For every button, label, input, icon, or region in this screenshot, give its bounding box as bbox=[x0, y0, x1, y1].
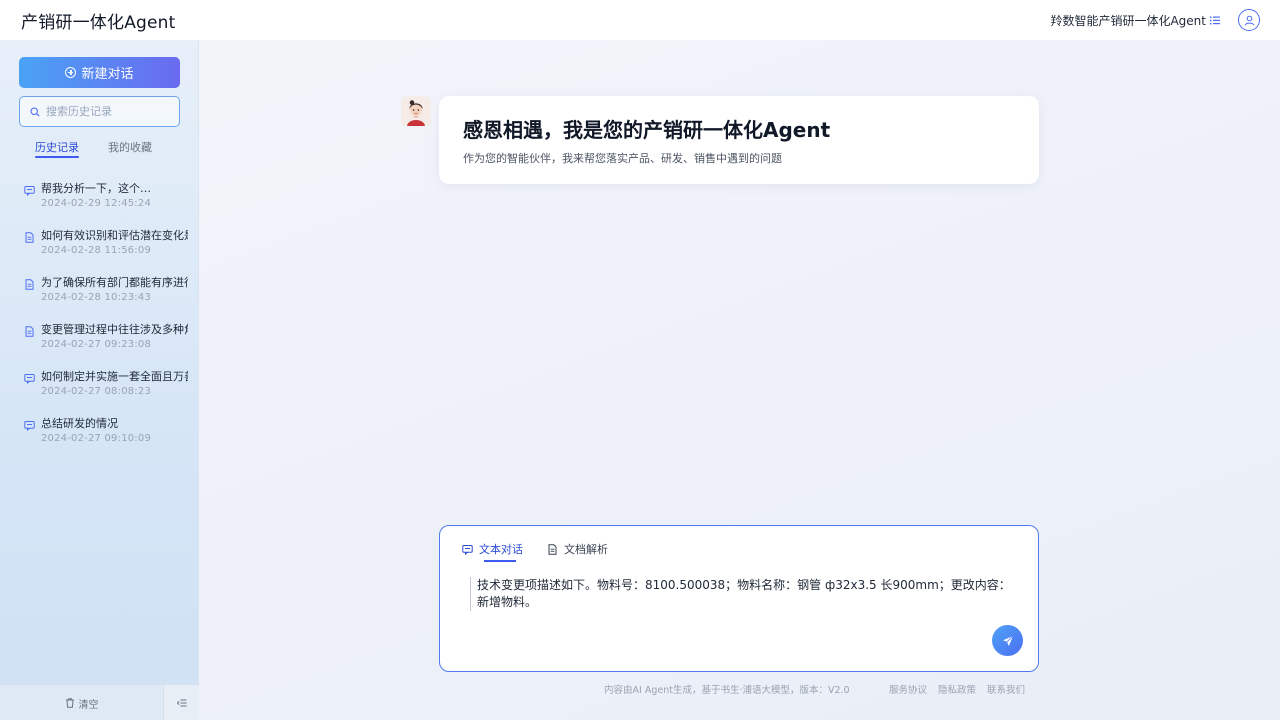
app-title: 产销研一体化Agent bbox=[21, 12, 176, 33]
user-avatar-button[interactable] bbox=[1238, 9, 1260, 31]
document-icon bbox=[548, 543, 557, 555]
collapse-sidebar-button[interactable] bbox=[163, 685, 199, 720]
tab-favorites[interactable]: 我的收藏 bbox=[108, 139, 152, 155]
send-icon bbox=[1002, 635, 1013, 646]
collapse-icon bbox=[176, 699, 186, 707]
clear-label: 清空 bbox=[78, 699, 99, 711]
top-header: 产销研一体化Agent 羚数智能产销研一体化Agent bbox=[0, 0, 1280, 40]
tab-document-parse-label: 文档解析 bbox=[564, 543, 608, 556]
history-item[interactable]: 帮我分析一下，这个… 2024-02-29 12:45:24 bbox=[0, 182, 199, 229]
trash-icon bbox=[65, 698, 74, 708]
sidebar: 新建对话 历史记录 我的收藏 帮我分析一下，这个… 2024-02-29 12:… bbox=[0, 40, 199, 720]
chat-icon bbox=[24, 421, 35, 431]
footer-disclaimer: 内容由AI Agent生成，基于书生·浦语大模型，版本：V2.0 bbox=[604, 685, 850, 696]
history-item[interactable]: 如何有效识别和评估潜在变化是 2024-02-28 11:56:09 bbox=[0, 229, 199, 276]
agent-avatar bbox=[401, 96, 431, 126]
footer-bar: 内容由AI Agent生成，基于书生·浦语大模型，版本：V2.0 服务协议 隐私… bbox=[604, 682, 1264, 696]
welcome-card: 感恩相遇，我是您的产销研一体化Agent 作为您的智能伙伴，我来帮您落实产品、研… bbox=[439, 96, 1039, 184]
terms-link[interactable]: 服务协议 bbox=[889, 682, 927, 696]
welcome-subtitle: 作为您的智能伙伴，我来帮您落实产品、研发、销售中遇到的问题 bbox=[463, 152, 782, 165]
org-name: 羚数智能产销研一体化Agent bbox=[1050, 13, 1206, 28]
tab-text-chat[interactable]: 文本对话 bbox=[462, 541, 523, 562]
history-item-title: 如何有效识别和评估潜在变化是 bbox=[41, 229, 188, 242]
tab-text-chat-label: 文本对话 bbox=[479, 543, 523, 556]
clear-history-button[interactable]: 清空 bbox=[0, 685, 163, 720]
main-area: 感恩相遇，我是您的产销研一体化Agent 作为您的智能伙伴，我来帮您落实产品、研… bbox=[199, 40, 1280, 720]
contact-link[interactable]: 联系我们 bbox=[987, 682, 1025, 696]
sidebar-footer: 清空 bbox=[0, 684, 199, 720]
document-icon bbox=[25, 232, 34, 243]
history-item[interactable]: 如何制定并实施一套全面且万善 2024-02-27 08:08:23 bbox=[0, 370, 199, 417]
list-icon bbox=[1210, 16, 1220, 24]
history-item-time: 2024-02-28 11:56:09 bbox=[41, 245, 152, 256]
history-item-time: 2024-02-28 10:23:43 bbox=[41, 292, 152, 303]
search-box bbox=[19, 96, 180, 127]
history-list: 帮我分析一下，这个… 2024-02-29 12:45:24 如何有效识别和评估… bbox=[0, 182, 199, 464]
user-icon bbox=[1244, 15, 1254, 26]
send-button[interactable] bbox=[992, 625, 1023, 656]
history-item-time: 2024-02-27 09:10:09 bbox=[41, 433, 152, 444]
document-icon bbox=[25, 279, 34, 290]
sidebar-tabs: 历史记录 我的收藏 bbox=[0, 139, 199, 161]
history-item-time: 2024-02-29 12:45:24 bbox=[41, 198, 152, 209]
mode-tabs: 文本对话 文档解析 bbox=[462, 541, 608, 562]
document-icon bbox=[25, 326, 34, 337]
tab-history[interactable]: 历史记录 bbox=[35, 139, 79, 158]
chat-icon bbox=[24, 374, 35, 384]
search-input[interactable] bbox=[46, 105, 166, 118]
history-item-title: 为了确保所有部门都能有序进行 bbox=[41, 276, 188, 289]
privacy-link[interactable]: 隐私政策 bbox=[938, 682, 976, 696]
history-item-title: 帮我分析一下，这个… bbox=[41, 182, 151, 195]
footer-links: 服务协议 隐私政策 联系我们 bbox=[889, 682, 1025, 696]
chat-icon bbox=[462, 544, 473, 555]
chat-input-panel: 文本对话 文档解析 技术变更项描述如下。物料号：8100.500038；物料名称… bbox=[439, 525, 1039, 672]
welcome-title: 感恩相遇，我是您的产销研一体化Agent bbox=[463, 118, 831, 142]
new-chat-button[interactable]: 新建对话 bbox=[19, 57, 180, 88]
tab-document-parse[interactable]: 文档解析 bbox=[547, 541, 608, 557]
history-item[interactable]: 总结研发的情况 2024-02-27 09:10:09 bbox=[0, 417, 199, 464]
agent-avatar-icon bbox=[401, 96, 431, 126]
history-item-title: 变更管理过程中往往涉及多种角 bbox=[41, 323, 188, 336]
history-item-title: 总结研发的情况 bbox=[41, 417, 118, 430]
history-item-title: 如何制定并实施一套全面且万善 bbox=[41, 370, 188, 383]
chat-icon bbox=[24, 186, 35, 196]
org-switcher[interactable]: 羚数智能产销研一体化Agent bbox=[1050, 12, 1220, 29]
new-chat-label: 新建对话 bbox=[81, 67, 134, 82]
history-item[interactable]: 为了确保所有部门都能有序进行 2024-02-28 10:23:43 bbox=[0, 276, 199, 323]
history-item[interactable]: 变更管理过程中往往涉及多种角 2024-02-27 09:23:08 bbox=[0, 323, 199, 370]
search-icon bbox=[30, 106, 40, 117]
message-input[interactable]: 技术变更项描述如下。物料号：8100.500038；物料名称：钢管 ф32x3.… bbox=[470, 577, 1018, 611]
plus-circle-icon bbox=[65, 67, 77, 78]
header-right: 羚数智能产销研一体化Agent bbox=[1050, 9, 1260, 31]
history-item-time: 2024-02-27 09:23:08 bbox=[41, 339, 152, 350]
history-item-time: 2024-02-27 08:08:23 bbox=[41, 386, 152, 397]
